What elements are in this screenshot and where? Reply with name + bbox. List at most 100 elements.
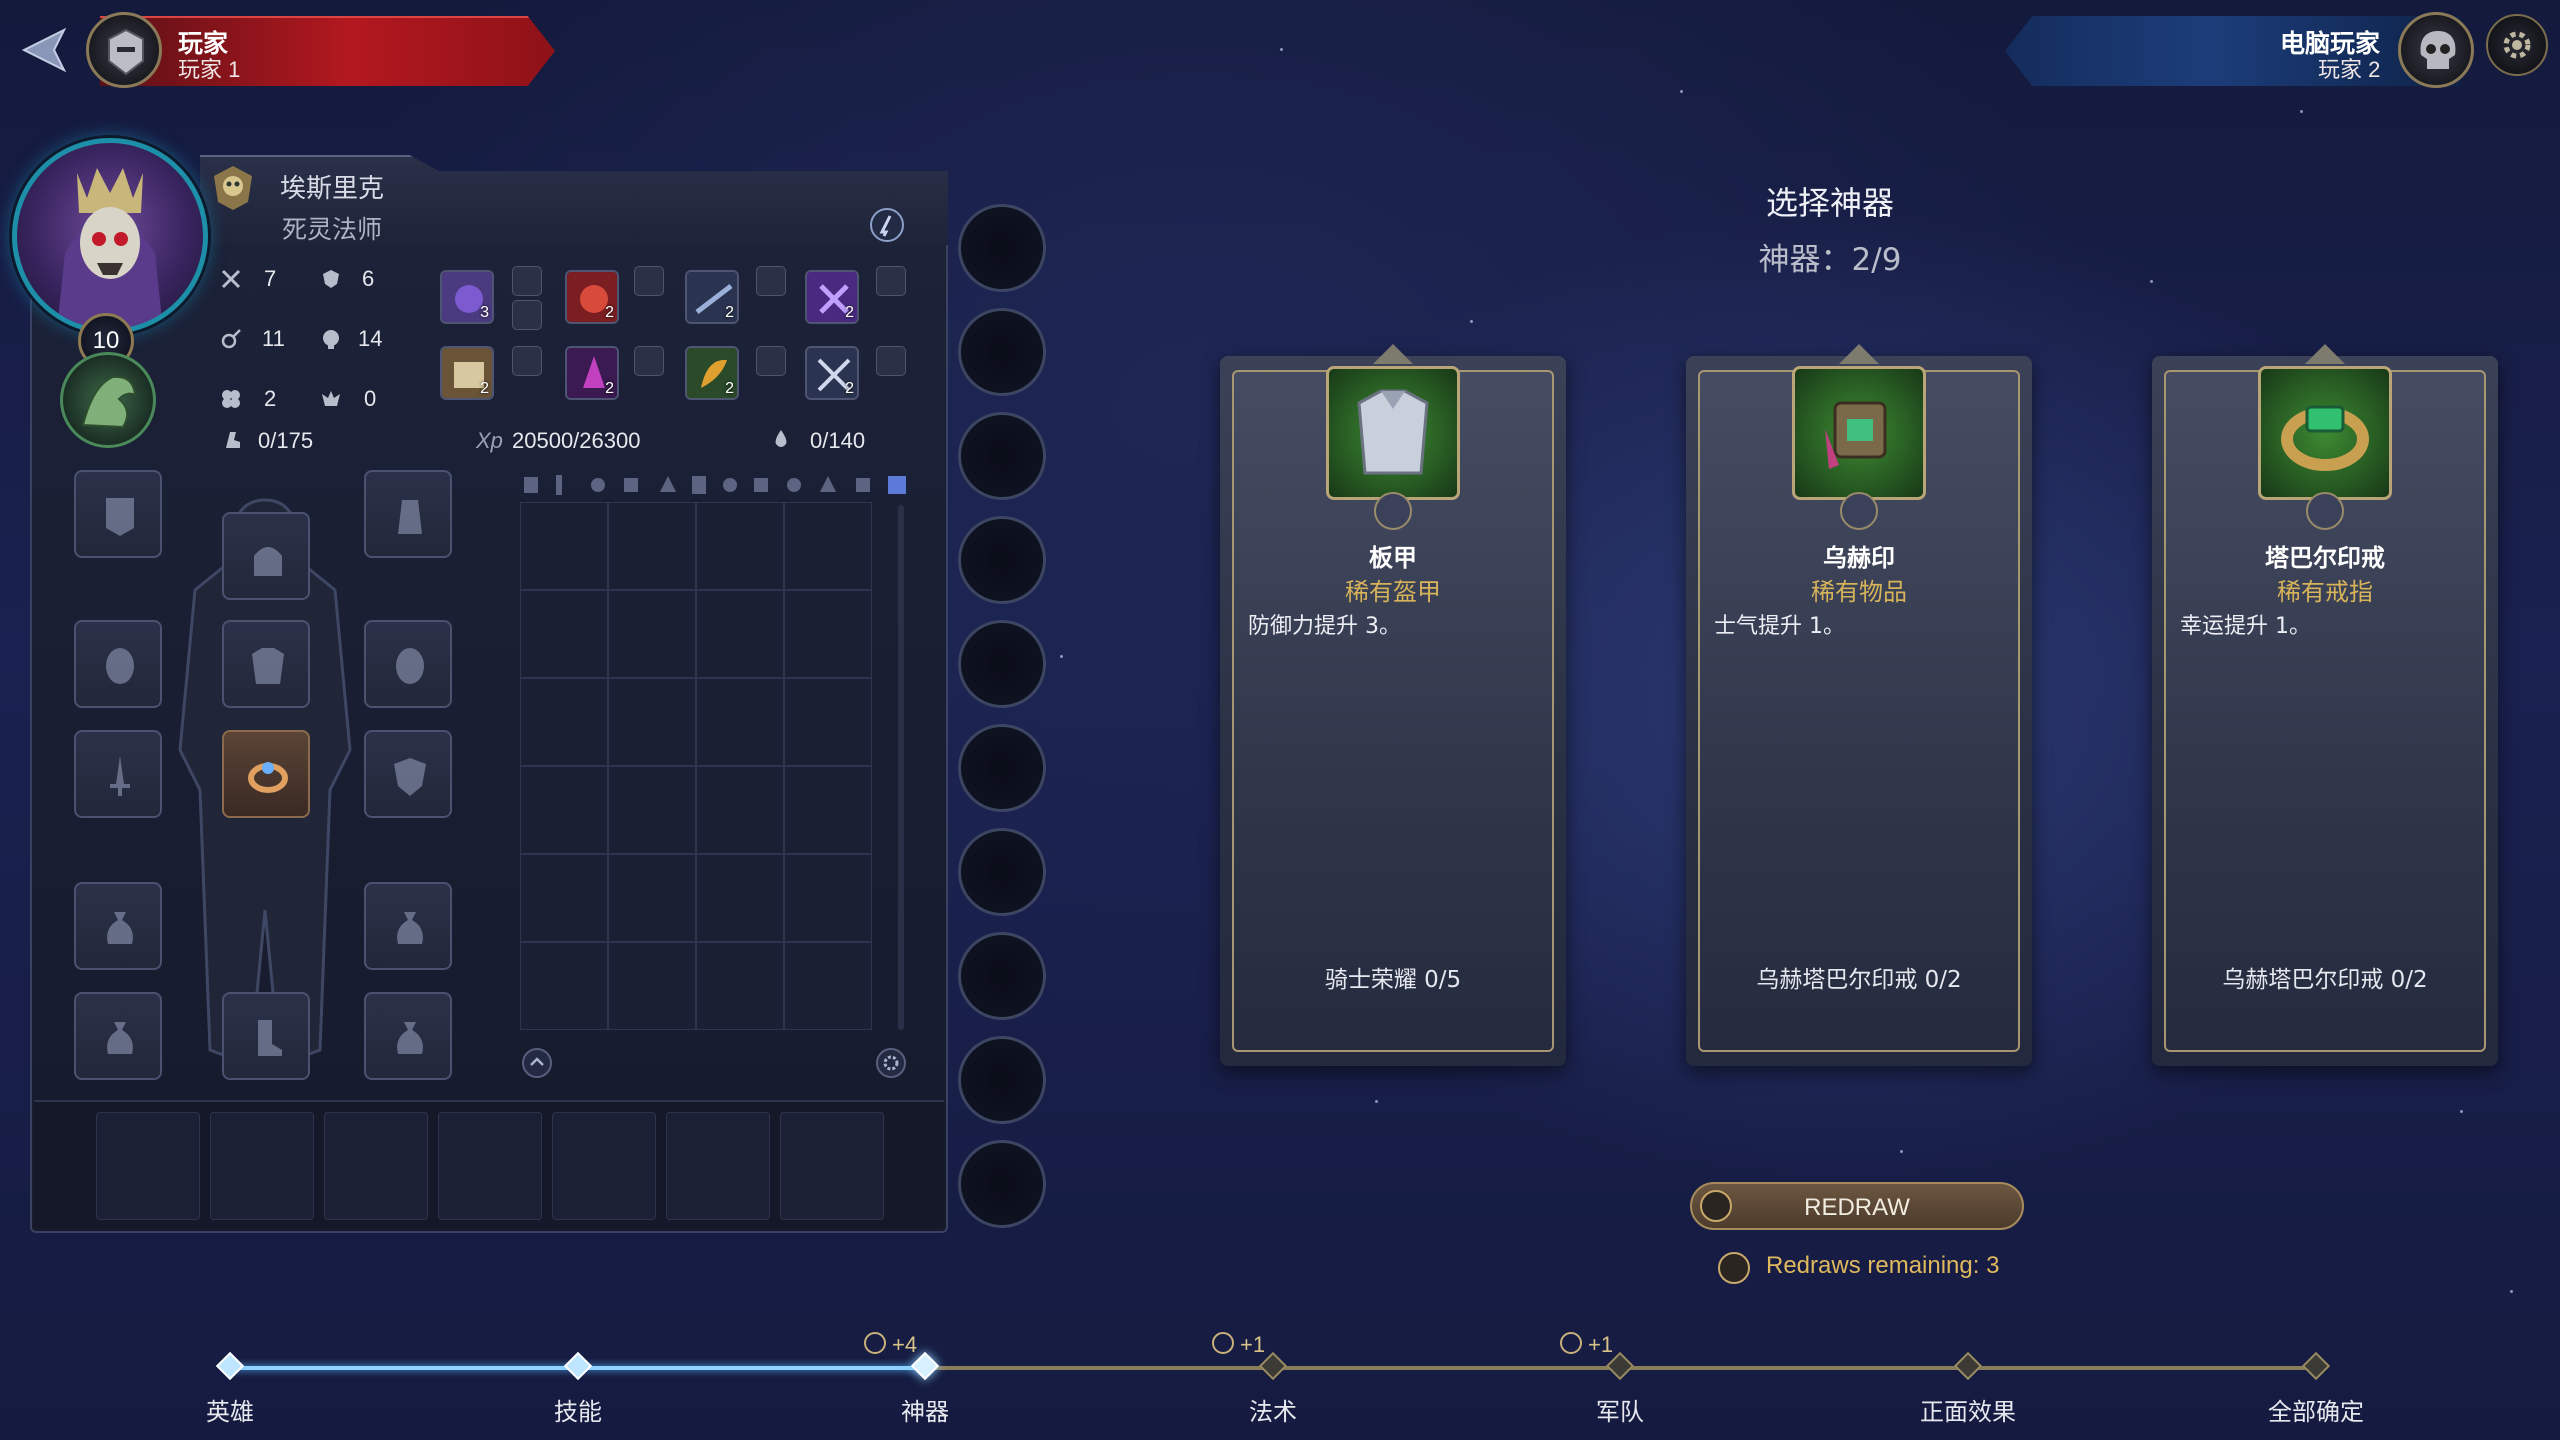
artifact-slot-circle[interactable] bbox=[958, 724, 1046, 812]
artifact-card[interactable]: 塔巴尔印戒 稀有戒指 幸运提升 1。 乌赫塔巴尔印戒 0/2 bbox=[2152, 344, 2498, 1066]
inventory-cell[interactable] bbox=[784, 590, 872, 678]
inventory-cell[interactable] bbox=[696, 766, 784, 854]
spell-slot[interactable]: 2 bbox=[805, 346, 859, 400]
equip-slot-bag-3[interactable] bbox=[74, 992, 162, 1080]
spell-count: 2 bbox=[845, 380, 854, 397]
inventory-cell[interactable] bbox=[784, 502, 872, 590]
inventory-cell[interactable] bbox=[520, 766, 608, 854]
equip-slot-feet[interactable] bbox=[222, 992, 310, 1080]
equip-slot-helmet[interactable] bbox=[222, 512, 310, 600]
artifact-slot-circle[interactable] bbox=[958, 932, 1046, 1020]
step-label-army[interactable]: 军队 bbox=[1540, 1392, 1700, 1427]
army-slot[interactable] bbox=[210, 1112, 314, 1220]
artifact-slot-circle[interactable] bbox=[958, 828, 1046, 916]
hero-info-button[interactable] bbox=[870, 208, 904, 242]
step-label-hero[interactable]: 英雄 bbox=[150, 1392, 310, 1427]
inventory-cell[interactable] bbox=[696, 678, 784, 766]
spell-slot[interactable]: 2 bbox=[805, 270, 859, 324]
spell-school-slot[interactable] bbox=[756, 346, 786, 376]
spell-school-slot[interactable] bbox=[876, 346, 906, 376]
armor-icon bbox=[1357, 389, 1429, 475]
artifact-card[interactable]: 乌赫印 稀有物品 士气提升 1。 乌赫塔巴尔印戒 0/2 bbox=[1686, 344, 2032, 1066]
spell-slot[interactable]: 2 bbox=[685, 346, 739, 400]
step-label-skills[interactable]: 技能 bbox=[498, 1392, 658, 1427]
hero-companion-portrait[interactable] bbox=[60, 352, 156, 448]
equip-slot-bag-4[interactable] bbox=[364, 992, 452, 1080]
artifact-slot-circle[interactable] bbox=[958, 1036, 1046, 1124]
bag-icon bbox=[397, 1022, 423, 1054]
hero-portrait[interactable] bbox=[12, 138, 208, 334]
army-slot[interactable] bbox=[780, 1112, 884, 1220]
inventory-sort-button[interactable] bbox=[522, 1048, 552, 1078]
inventory-cell[interactable] bbox=[696, 854, 784, 942]
spell-slot[interactable]: 2 bbox=[685, 270, 739, 324]
equip-slot-armor[interactable] bbox=[222, 620, 310, 708]
inventory-cell[interactable] bbox=[520, 854, 608, 942]
inventory-cell[interactable] bbox=[784, 766, 872, 854]
inventory-scrollbar[interactable] bbox=[898, 505, 904, 1030]
step-label-effects[interactable]: 正面效果 bbox=[1888, 1392, 2048, 1427]
redraw-button[interactable]: REDRAW bbox=[1690, 1182, 2024, 1230]
spell-slot[interactable]: 2 bbox=[440, 346, 494, 400]
inventory-cell[interactable] bbox=[608, 678, 696, 766]
army-slot[interactable] bbox=[96, 1112, 200, 1220]
spell-school-slot[interactable] bbox=[512, 266, 542, 296]
inventory-cell[interactable] bbox=[520, 502, 608, 590]
step-label-artifacts[interactable]: 神器 bbox=[845, 1392, 1005, 1427]
equip-slot-cloak[interactable] bbox=[364, 470, 452, 558]
army-slot[interactable] bbox=[324, 1112, 428, 1220]
army-slot[interactable] bbox=[552, 1112, 656, 1220]
step-node-skills[interactable] bbox=[563, 1351, 593, 1381]
inventory-cell[interactable] bbox=[696, 590, 784, 678]
inventory-cell[interactable] bbox=[784, 942, 872, 1030]
step-node-confirm[interactable] bbox=[2301, 1351, 2331, 1381]
inventory-cell[interactable] bbox=[608, 942, 696, 1030]
inventory-cell[interactable] bbox=[608, 502, 696, 590]
spell-school-slot[interactable] bbox=[876, 266, 906, 296]
equip-slot-boots[interactable] bbox=[364, 620, 452, 708]
spell-school-slot[interactable] bbox=[512, 346, 542, 376]
equip-slot-bag-1[interactable] bbox=[74, 882, 162, 970]
equip-slot-bag-2[interactable] bbox=[364, 882, 452, 970]
back-arrow-icon bbox=[21, 27, 67, 73]
inventory-cell[interactable] bbox=[520, 678, 608, 766]
equip-slot-weapon[interactable] bbox=[74, 730, 162, 818]
inventory-cell[interactable] bbox=[696, 502, 784, 590]
equip-slot-gloves[interactable] bbox=[74, 620, 162, 708]
step-label-spells[interactable]: 法术 bbox=[1193, 1392, 1353, 1427]
step-node-effects[interactable] bbox=[1953, 1351, 1983, 1381]
inventory-cell[interactable] bbox=[608, 854, 696, 942]
artifact-slot-circle[interactable] bbox=[958, 204, 1046, 292]
spell-slot[interactable]: 3 bbox=[440, 270, 494, 324]
step-label-confirm[interactable]: 全部确定 bbox=[2236, 1392, 2396, 1427]
inventory-cell[interactable] bbox=[696, 942, 784, 1030]
spell-school-slot[interactable] bbox=[512, 300, 542, 330]
artifact-slot-circle[interactable] bbox=[958, 516, 1046, 604]
spell-slot[interactable]: 2 bbox=[565, 346, 619, 400]
artifact-slot-circle[interactable] bbox=[958, 620, 1046, 708]
equip-slot-banner[interactable] bbox=[74, 470, 162, 558]
inventory-cell[interactable] bbox=[784, 854, 872, 942]
artifact-slot-circle[interactable] bbox=[958, 308, 1046, 396]
spell-school-slot[interactable] bbox=[634, 266, 664, 296]
equip-slot-shield[interactable] bbox=[364, 730, 452, 818]
step-node-hero[interactable] bbox=[215, 1351, 245, 1381]
spell-school-slot[interactable] bbox=[634, 346, 664, 376]
inventory-cell[interactable] bbox=[784, 678, 872, 766]
back-button[interactable] bbox=[14, 24, 72, 76]
artifact-card[interactable]: 板甲 稀有盔甲 防御力提升 3。 骑士荣耀 0/5 bbox=[1220, 344, 1566, 1066]
menu-button[interactable] bbox=[2486, 14, 2548, 76]
inventory-settings-button[interactable] bbox=[876, 1048, 906, 1078]
inventory-cell[interactable] bbox=[608, 766, 696, 854]
equip-slot-ring[interactable] bbox=[222, 730, 310, 818]
spell-school-slot[interactable] bbox=[756, 266, 786, 296]
inventory-filter-bar[interactable] bbox=[520, 472, 910, 498]
spell-slot[interactable]: 2 bbox=[565, 270, 619, 324]
inventory-cell[interactable] bbox=[520, 590, 608, 678]
inventory-cell[interactable] bbox=[520, 942, 608, 1030]
artifact-slot-circle[interactable] bbox=[958, 1140, 1046, 1228]
artifact-slot-circle[interactable] bbox=[958, 412, 1046, 500]
inventory-cell[interactable] bbox=[608, 590, 696, 678]
army-slot[interactable] bbox=[438, 1112, 542, 1220]
army-slot[interactable] bbox=[666, 1112, 770, 1220]
